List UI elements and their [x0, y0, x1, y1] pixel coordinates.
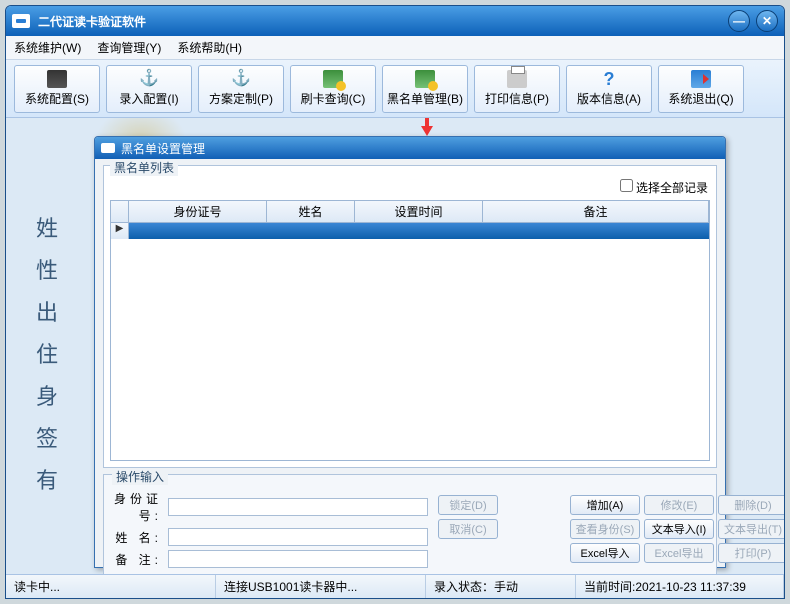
btn-modify: 修改(E) — [644, 495, 714, 515]
blacklist-dialog: 黑名单设置管理 黑名单列表 选择全部记录 身份证号 姓名 设置时间 — [94, 136, 726, 568]
tb-cardquery[interactable]: 刷卡查询(C) — [290, 65, 376, 113]
minimize-button[interactable]: — — [728, 10, 750, 32]
col-time[interactable]: 设置时间 — [355, 201, 483, 222]
app-icon — [12, 14, 30, 28]
dialog-icon — [101, 143, 115, 153]
select-all-input[interactable] — [620, 179, 633, 192]
status-reader: 读卡中... — [6, 575, 216, 598]
menubar: 系统维护(W) 查询管理(Y) 系统帮助(H) — [6, 36, 784, 60]
label-name: 姓 名: — [112, 529, 168, 546]
list-legend: 黑名单列表 — [110, 159, 178, 176]
tb-plan[interactable]: ⚓方案定制(P) — [198, 65, 284, 113]
app-title: 二代证读卡验证软件 — [38, 13, 722, 30]
btn-delete: 删除(D) — [718, 495, 784, 515]
input-id[interactable] — [168, 498, 428, 516]
info-icon: ? — [599, 70, 619, 88]
btn-excelimport[interactable]: Excel导入 — [570, 543, 640, 563]
anchor-icon: ⚓ — [139, 70, 159, 88]
status-conn: 连接USB1001读卡器中... — [216, 575, 426, 598]
close-button[interactable]: ✕ — [756, 10, 778, 32]
btn-excelexport: Excel导出 — [644, 543, 714, 563]
status-time: 当前时间:2021-10-23 11:37:39 — [576, 575, 784, 598]
printer-icon — [507, 70, 527, 88]
menu-query[interactable]: 查询管理(Y) — [97, 39, 161, 56]
col-note[interactable]: 备注 — [483, 201, 709, 222]
menu-help[interactable]: 系统帮助(H) — [177, 39, 242, 56]
toolbar: 系统配置(S) ⚓录入配置(I) ⚓方案定制(P) 刷卡查询(C) 黑名单管理(… — [6, 60, 784, 118]
btn-print: 打印(P) — [718, 543, 784, 563]
statusbar: 读卡中... 连接USB1001读卡器中... 录入状态：手动 当前时间:202… — [6, 574, 784, 598]
main-window: 二代证读卡验证软件 — ✕ 系统维护(W) 查询管理(Y) 系统帮助(H) 系统… — [5, 5, 785, 599]
tb-exit[interactable]: 系统退出(Q) — [658, 65, 744, 113]
col-marker — [111, 201, 129, 222]
btn-viewid: 查看身份(S) — [570, 519, 640, 539]
tb-sysconfig[interactable]: 系统配置(S) — [14, 65, 100, 113]
exit-icon — [691, 70, 711, 88]
btn-txtexport: 文本导出(T) — [718, 519, 784, 539]
dialog-title: 黑名单设置管理 — [121, 140, 205, 157]
btn-txtimport[interactable]: 文本导入(I) — [644, 519, 714, 539]
btn-cancel: 取消(C) — [438, 519, 498, 539]
list-group: 黑名单列表 选择全部记录 身份证号 姓名 设置时间 备注 — [103, 165, 717, 468]
titlebar: 二代证读卡验证软件 — ✕ — [6, 6, 784, 36]
label-id: 身份证号: — [112, 490, 168, 524]
tb-blacklist[interactable]: 黑名单管理(B) — [382, 65, 468, 113]
menu-maintain[interactable]: 系统维护(W) — [14, 39, 81, 56]
tb-inputconfig[interactable]: ⚓录入配置(I) — [106, 65, 192, 113]
btn-lock: 锁定(D) — [438, 495, 498, 515]
anchor-icon: ⚓ — [231, 70, 251, 88]
ops-group: 操作输入 身份证号: 姓 名: 备 注: 锁定(D) — [103, 474, 717, 574]
input-name[interactable] — [168, 528, 428, 546]
btn-col-right: 增加(A) 修改(E) 删除(D) 查看身份(S) 文本导入(I) 文本导出(T… — [570, 495, 784, 563]
grid-header: 身份证号 姓名 设置时间 备注 — [110, 200, 710, 223]
row-marker-icon: ▶ — [111, 223, 129, 239]
content-area: 姓 性 出 住 身 签 有 黑名单设置管理 黑名单列表 选择全部记录 身份 — [6, 118, 784, 574]
keyboard-icon — [47, 70, 67, 88]
tb-print[interactable]: 打印信息(P) — [474, 65, 560, 113]
grid-icon — [415, 70, 435, 88]
form-fields: 身份证号: 姓 名: 备 注: — [112, 490, 428, 568]
select-all-checkbox[interactable]: 选择全部记录 — [620, 181, 708, 195]
btn-col-inner: 锁定(D) 取消(C) — [438, 495, 562, 563]
col-name[interactable]: 姓名 — [267, 201, 355, 222]
tb-version[interactable]: ?版本信息(A) — [566, 65, 652, 113]
dialog-titlebar: 黑名单设置管理 — [95, 137, 725, 159]
grid-body[interactable]: ▶ — [110, 223, 710, 461]
grid-icon — [323, 70, 343, 88]
col-id[interactable]: 身份证号 — [129, 201, 267, 222]
table-row[interactable]: ▶ — [111, 223, 709, 239]
dialog-body: 黑名单列表 选择全部记录 身份证号 姓名 设置时间 备注 — [95, 159, 725, 574]
label-note: 备 注: — [112, 551, 168, 568]
ops-legend: 操作输入 — [112, 468, 168, 485]
btn-add[interactable]: 增加(A) — [570, 495, 640, 515]
bg-chars: 姓 性 出 住 身 签 有 — [36, 208, 60, 502]
status-mode: 录入状态：手动 — [426, 575, 576, 598]
input-note[interactable] — [168, 550, 428, 568]
